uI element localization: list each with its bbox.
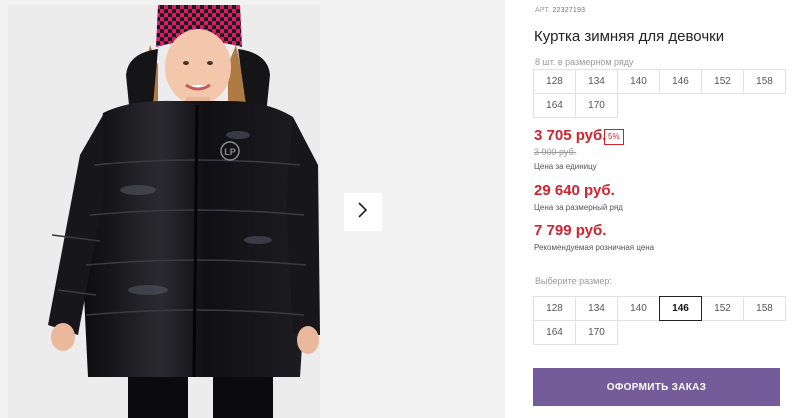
next-image-button[interactable] <box>344 193 382 231</box>
size-option-158[interactable]: 158 <box>743 296 786 321</box>
product-info-panel: АРТ. 22327193 Куртка зимняя для девочки … <box>533 0 795 418</box>
size-option-170[interactable]: 170 <box>575 320 618 345</box>
pack-size-cell: 140 <box>617 69 660 94</box>
size-option-134[interactable]: 134 <box>575 296 618 321</box>
article-code: АРТ. 22327193 <box>535 7 585 14</box>
size-option-128[interactable]: 128 <box>533 296 576 321</box>
product-photo: LP <box>8 5 320 418</box>
pack-size-cell: 146 <box>659 69 702 94</box>
retail-price: 7 799 руб. <box>534 222 607 239</box>
pack-price-note: Цена за размерный ряд <box>534 203 623 212</box>
pack-size-cell: 158 <box>743 69 786 94</box>
pack-size-cell: 152 <box>701 69 744 94</box>
pack-size-cell: 134 <box>575 69 618 94</box>
unit-price: 3 705 руб. <box>534 127 607 144</box>
discount-badge: 5% <box>604 129 624 145</box>
size-option-164[interactable]: 164 <box>533 320 576 345</box>
svg-text:LP: LP <box>224 147 236 157</box>
pack-size-cell: 164 <box>533 93 576 118</box>
size-option-152[interactable]: 152 <box>701 296 744 321</box>
unit-price-note: Цена за единицу <box>534 162 597 171</box>
pack-size-grid: 128 134 140 146 152 158 164 170 <box>533 69 786 118</box>
article-number: 22327193 <box>552 7 586 14</box>
size-picker-caption: Выберите размер: <box>535 276 612 286</box>
size-picker-grid: 128 134 140 146 152 158 164 170 <box>533 296 786 345</box>
size-option-146[interactable]: 146 <box>659 296 702 321</box>
retail-price-note: Рекомендуемая розничная цена <box>534 243 655 252</box>
article-label: АРТ. <box>535 7 551 14</box>
place-order-button[interactable]: ОФОРМИТЬ ЗАКАЗ <box>533 368 780 406</box>
size-option-140[interactable]: 140 <box>617 296 660 321</box>
old-price: 3 900 руб. <box>534 147 577 157</box>
pack-size-cell: 170 <box>575 93 618 118</box>
pack-price: 29 640 руб. <box>534 182 615 199</box>
product-title: Куртка зимняя для девочки <box>534 28 725 45</box>
pack-size-cell: 128 <box>533 69 576 94</box>
pack-caption: 8 шт. в размерном ряду <box>535 57 634 67</box>
chevron-right-icon <box>357 201 369 224</box>
